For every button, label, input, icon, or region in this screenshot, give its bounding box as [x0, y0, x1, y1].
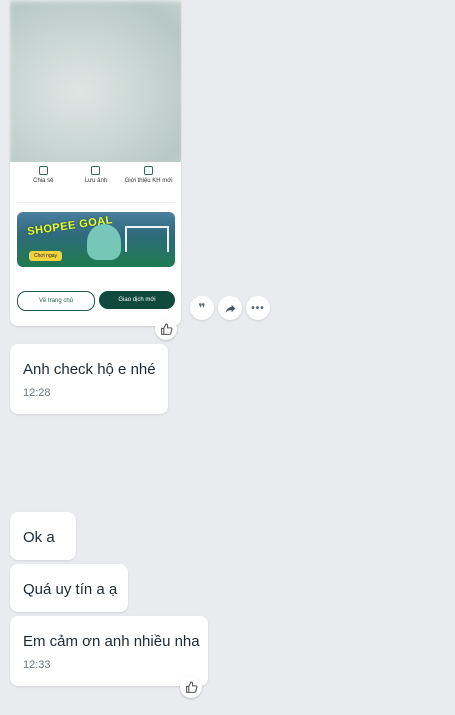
image-icon — [91, 166, 101, 175]
banner-goal-graphic — [125, 226, 169, 252]
share-action: Chia sẻ — [19, 166, 67, 202]
like-reaction-button[interactable] — [180, 676, 202, 698]
user-add-icon — [144, 166, 154, 175]
banner-cta: Chơi ngay — [29, 251, 63, 261]
message-bubble[interactable]: Quá uy tín a ạ — [10, 564, 128, 612]
message-text: Em cảm ơn anh nhiều nha — [23, 633, 200, 650]
save-image-action: Lưu ảnh — [72, 166, 120, 202]
refer-label: Giới thiệu KH mới — [124, 178, 173, 184]
share-action-label: Chia sẻ — [33, 178, 54, 184]
share-icon — [225, 304, 235, 313]
receipt-actions: Chia sẻ Lưu ảnh Giới thiệu KH mới — [17, 166, 175, 203]
share-icon — [38, 166, 48, 175]
message-text: Quá uy tín a ạ — [23, 581, 118, 598]
message-bubble[interactable]: Ok a — [10, 512, 76, 560]
blurred-image-area — [10, 0, 181, 166]
home-button: Về trang chủ — [17, 291, 95, 311]
more-button[interactable]: ••• — [246, 296, 270, 320]
new-transaction-button: Giao dịch mới — [99, 291, 175, 309]
like-reaction-button[interactable] — [155, 318, 177, 340]
quote-button[interactable]: ❞ — [190, 296, 214, 320]
message-bubble[interactable]: Em cảm ơn anh nhiều nha 12:33 — [10, 616, 208, 686]
image-message[interactable]: Chia sẻ Lưu ảnh Giới thiệu KH mới SHOPEE… — [10, 0, 181, 326]
receipt-button-row: Về trang chủ Giao dịch mới — [17, 291, 175, 311]
refer-action: Giới thiệu KH mới — [125, 166, 173, 202]
banner-player-graphic — [87, 224, 121, 260]
message-text: Ok a — [23, 529, 55, 546]
forward-button[interactable] — [218, 296, 242, 320]
quote-icon: ❞ — [198, 301, 206, 315]
message-bubble[interactable]: Anh check hộ e nhé 12:28 — [10, 344, 168, 414]
more-icon: ••• — [251, 302, 265, 314]
thumbs-up-icon — [160, 323, 172, 335]
save-image-label: Lưu ảnh — [84, 178, 108, 184]
promo-banner: SHOPEE GOAL Chơi ngay — [17, 212, 175, 267]
receipt-screenshot: Chia sẻ Lưu ảnh Giới thiệu KH mới SHOPEE… — [10, 162, 181, 326]
message-time: 12:33 — [23, 659, 51, 671]
message-text: Anh check hộ e nhé — [23, 361, 156, 378]
message-time: 12:28 — [23, 387, 51, 399]
thumbs-up-icon — [185, 681, 197, 693]
